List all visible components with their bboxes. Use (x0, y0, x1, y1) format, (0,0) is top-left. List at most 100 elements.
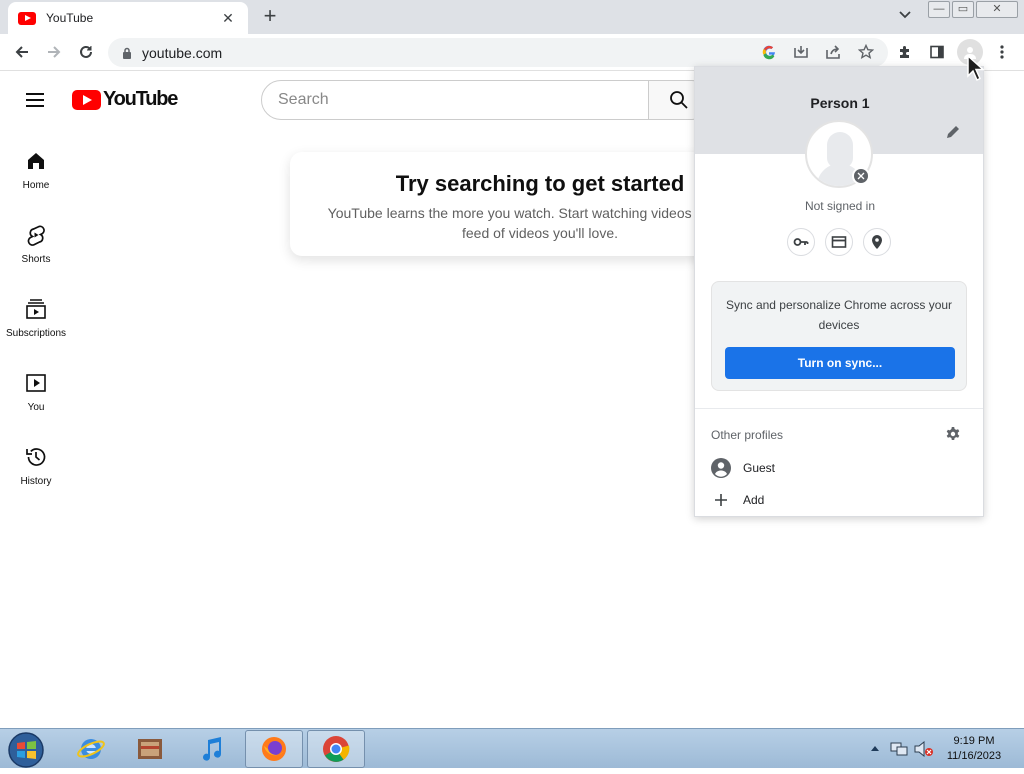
chrome-icon (323, 736, 350, 762)
close-window-button[interactable]: ✕ (976, 1, 1018, 18)
restore-button[interactable]: ▭ (952, 1, 974, 18)
payment-methods-button[interactable] (825, 228, 853, 256)
tab-close-button[interactable]: ✕ (218, 10, 238, 27)
itunes-icon (203, 737, 222, 761)
sync-off-badge-icon (852, 167, 870, 185)
turn-on-sync-button[interactable]: Turn on sync... (725, 347, 955, 379)
chevron-down-icon (899, 11, 911, 19)
hamburger-menu-button[interactable] (24, 89, 48, 111)
taskbar-media-center[interactable] (121, 730, 179, 768)
divider (695, 408, 983, 409)
bookmark-button[interactable] (853, 39, 879, 65)
taskbar-itunes[interactable] (183, 730, 241, 768)
profile-row-label: Add (743, 493, 765, 507)
internet-explorer-icon (77, 739, 105, 759)
install-icon (794, 46, 808, 58)
sidebar-item-label: Subscriptions (5, 328, 67, 339)
gear-icon (946, 427, 960, 440)
manage-profiles-button[interactable] (945, 426, 963, 444)
history-icon (24, 445, 48, 469)
hamburger-bar (26, 93, 44, 95)
tab-strip: YouTube ✕ + — ▭ ✕ (0, 0, 1024, 34)
tab-youtube[interactable]: YouTube ✕ (8, 2, 248, 34)
avatar-head (827, 132, 853, 168)
lock-icon (123, 47, 131, 59)
share-icon (826, 45, 840, 59)
minimize-button[interactable]: — (928, 1, 950, 18)
hamburger-bar (26, 105, 44, 107)
pencil-icon (947, 126, 959, 138)
forward-button[interactable] (41, 39, 67, 65)
menu-icon (1000, 45, 1004, 59)
side-panel-button[interactable] (924, 39, 950, 65)
home-icon (24, 149, 48, 173)
taskbar-chrome[interactable] (307, 730, 365, 768)
sync-promo-card: Sync and personalize Chrome across your … (711, 281, 967, 391)
extensions-button[interactable] (892, 39, 918, 65)
sidebar-item-label: Shorts (21, 254, 51, 265)
firefox-icon (262, 737, 286, 761)
new-tab-button[interactable]: + (258, 5, 282, 29)
system-clock[interactable]: 9:19 PM 11/16/2023 (938, 734, 1010, 764)
clock-time: 9:19 PM (953, 735, 995, 747)
profile-name: Person 1 (810, 95, 870, 111)
side-panel-icon (930, 45, 944, 59)
profile-row-label: Guest (743, 461, 776, 475)
hamburger-bar (26, 99, 44, 101)
back-icon (15, 46, 28, 58)
search-icon (670, 91, 688, 109)
profile-row-guest[interactable]: Guest (711, 456, 971, 480)
sidebar-item-label: You (27, 402, 45, 413)
addresses-button[interactable] (863, 228, 891, 256)
youtube-favicon-icon (18, 11, 36, 25)
subscriptions-icon (24, 297, 48, 321)
network-icon[interactable] (890, 741, 908, 757)
sidebar-item-label: History (20, 476, 52, 487)
youtube-logo-text: YouTube (103, 88, 178, 110)
url-text: youtube.com (142, 44, 223, 61)
reload-icon (80, 45, 92, 58)
youtube-logo[interactable]: YouTube (72, 88, 178, 111)
reload-button[interactable] (73, 39, 99, 65)
share-button[interactable] (820, 39, 846, 65)
mouse-cursor-icon (967, 54, 985, 82)
install-app-button[interactable] (788, 39, 814, 65)
sidebar-item-subscriptions[interactable]: Subscriptions (0, 292, 72, 366)
media-center-icon (138, 739, 162, 759)
sign-in-status: Not signed in (804, 199, 876, 213)
chrome-menu-button[interactable] (989, 39, 1015, 65)
add-icon (715, 494, 727, 506)
star-icon (858, 44, 874, 60)
back-button[interactable] (9, 39, 35, 65)
passwords-button[interactable] (787, 228, 815, 256)
other-profiles-label: Other profiles (711, 428, 784, 442)
sidebar-item-history[interactable]: History (0, 440, 72, 514)
search-input[interactable] (278, 91, 648, 109)
key-icon (793, 238, 809, 246)
shorts-icon (24, 223, 48, 247)
sidebar-item-shorts[interactable]: Shorts (0, 218, 72, 292)
taskbar-firefox[interactable] (245, 730, 303, 768)
edit-profile-button[interactable] (945, 124, 963, 142)
profile-row-add[interactable]: Add (711, 488, 971, 512)
you-icon (24, 371, 48, 395)
extensions-icon (900, 46, 909, 58)
volume-muted-icon[interactable] (914, 741, 934, 757)
tab-title: YouTube (46, 11, 94, 25)
google-icon (762, 45, 775, 60)
show-hidden-icons-icon[interactable] (870, 744, 880, 752)
start-button[interactable] (6, 731, 46, 769)
windows-start-icon (8, 732, 44, 768)
taskbar-internet-explorer[interactable] (62, 730, 120, 768)
sidebar-item-you[interactable]: You (0, 366, 72, 440)
profile-menu: Person 1 Not signed in Sync and personal… (694, 66, 984, 517)
location-icon (872, 235, 882, 249)
tab-search-button[interactable] (894, 6, 916, 28)
search-box (261, 80, 649, 120)
sidebar-item-label: Home (22, 180, 50, 191)
sidebar-item-home[interactable]: Home (0, 144, 72, 218)
sync-promo-text: Sync and personalize Chrome across your … (725, 298, 953, 332)
google-lens-button[interactable] (756, 39, 782, 65)
card-icon (831, 236, 847, 248)
taskbar: 9:19 PM 11/16/2023 (0, 728, 1024, 768)
